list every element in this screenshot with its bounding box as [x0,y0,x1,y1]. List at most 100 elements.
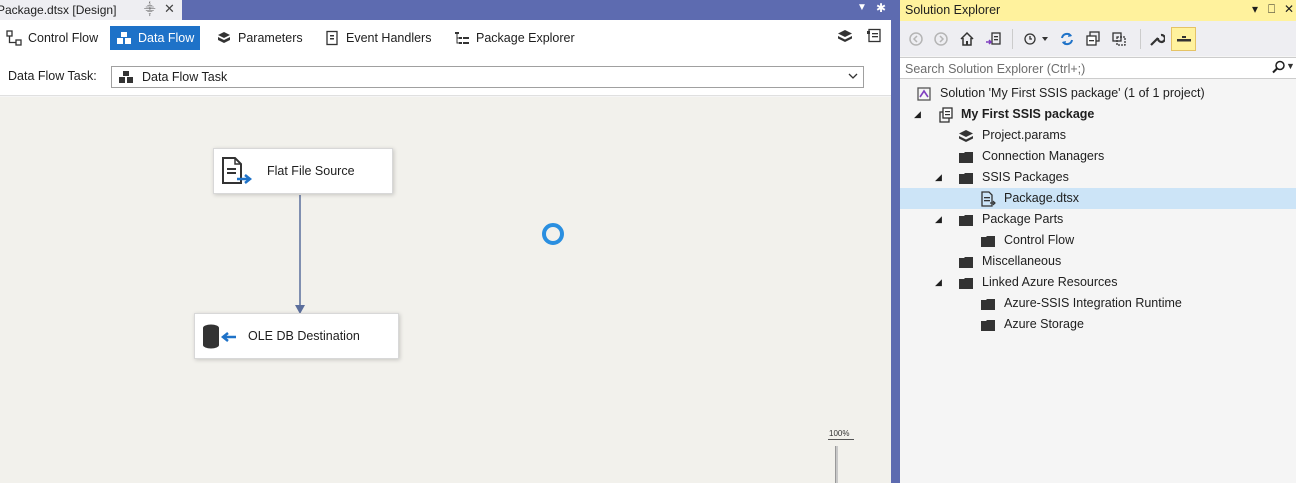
tree-item-label: Solution 'My First SSIS package' (1 of 1… [940,86,1205,100]
package-file-icon [980,191,996,207]
window-splitter[interactable] [891,0,900,483]
data-flow-task-dropdown[interactable]: Data Flow Task [111,66,864,88]
data-flow-icon [116,30,132,46]
zoom-divider [828,439,854,440]
tree-item-solution[interactable]: Solution 'My First SSIS package' (1 of 1… [900,83,1296,104]
toolbar-separator [1140,29,1141,49]
properties-wrench-icon[interactable] [1148,30,1166,48]
solution-explorer-toolbar [900,21,1296,56]
component-label: OLE DB Destination [248,329,360,343]
tree-item-label: Package.dtsx [1004,191,1080,205]
busy-spinner-icon [541,222,565,249]
tree-item-label: Azure-SSIS Integration Runtime [1004,296,1182,310]
folder-icon [958,212,974,228]
search-icon[interactable] [1272,60,1286,77]
ole-db-destination-icon [202,323,238,354]
folder-icon [980,317,996,333]
tree-item-project-params[interactable]: Project.params [900,125,1296,146]
zoom-level-label: 100% [829,429,850,438]
tree-item-miscellaneous[interactable]: Miscellaneous [900,251,1296,272]
tree-item-connection-managers[interactable]: Connection Managers [900,146,1296,167]
toolbox-icon[interactable] [866,28,882,44]
preview-selected-items-button[interactable] [1171,27,1196,51]
folder-icon [980,233,996,249]
expand-toggle-icon[interactable]: ◢ [935,172,945,182]
tab-control-flow[interactable]: Control Flow [0,26,104,50]
package-designer: Package.dtsx [Design] ⸎ ✕ ▼ ✱ Control Fl… [0,0,891,483]
close-icon[interactable]: ✕ [164,1,175,17]
expand-toggle-icon[interactable]: ◢ [935,214,945,224]
tab-label: Parameters [238,31,303,45]
panel-title: Solution Explorer [905,3,1001,17]
folder-icon [980,296,996,312]
ole-db-destination-component[interactable]: OLE DB Destination [194,313,399,359]
tab-event-handlers[interactable]: Event Handlers [318,26,437,50]
solution-tree: Solution 'My First SSIS package' (1 of 1… [900,80,1296,483]
folder-icon [958,275,974,291]
search-input[interactable] [905,61,1265,77]
tree-item-azure-ssis-integration-runtime[interactable]: Azure-SSIS Integration Runtime [900,293,1296,314]
data-flow-canvas[interactable]: Flat File Source OLE DB Destination 100% [0,97,891,483]
tree-item-azure-storage[interactable]: Azure Storage [900,314,1296,335]
params-icon [958,128,974,144]
back-icon[interactable] [907,30,925,48]
zoom-slider[interactable] [835,446,838,483]
tree-item-ssis-packages[interactable]: ◢ SSIS Packages [900,167,1296,188]
tab-label: Data Flow [138,31,195,45]
tree-item-label: Project.params [982,128,1067,142]
window-position-dropdown-icon[interactable]: ▾ [1252,2,1258,16]
expand-toggle-icon[interactable]: ◢ [935,277,945,287]
chevron-down-icon [847,70,859,85]
collapse-all-icon[interactable] [1084,30,1102,48]
tab-package-explorer[interactable]: Package Explorer [448,26,581,50]
tab-data-flow[interactable]: Data Flow [110,26,201,50]
home-icon[interactable] [958,30,976,48]
solution-explorer-panel: Solution Explorer ▾ ⎕ ✕ Search Solution … [900,0,1296,483]
event-handlers-icon [324,30,340,46]
tab-parameters[interactable]: Parameters [210,26,309,50]
data-flow-task-label: Data Flow Task: [8,69,97,83]
auto-hide-pin-icon[interactable]: ⎕ [1268,2,1275,17]
close-icon[interactable]: ✕ [1284,2,1294,16]
tab-list-dropdown-icon[interactable]: ▼ [857,2,867,13]
solution-explorer-title-bar: Solution Explorer ▾ ⎕ ✕ [900,0,1296,21]
tab-label: Event Handlers [346,31,432,45]
pending-changes-filter-icon[interactable] [1022,30,1040,48]
package-explorer-icon [454,30,470,46]
preview-icon [1176,32,1192,51]
tab-label: Package Explorer [476,31,575,45]
chevron-down-icon[interactable] [1040,30,1050,48]
tree-item-control-flow[interactable]: Control Flow [900,230,1296,251]
tree-item-package-dtsx[interactable]: Package.dtsx [900,188,1296,209]
toolbar-separator [1012,29,1013,49]
tree-item-label: Control Flow [1004,233,1075,247]
tree-item-label: Linked Azure Resources [982,275,1118,289]
expand-toggle-icon[interactable]: ◢ [914,109,924,119]
tree-item-project[interactable]: ◢ My First SSIS package [900,104,1296,125]
gear-icon[interactable]: ✱ [876,1,886,15]
tab-label: Control Flow [28,31,99,45]
flat-file-source-icon [221,157,253,190]
tree-item-label: Miscellaneous [982,254,1062,268]
document-tab-package-design[interactable]: Package.dtsx [Design] ⸎ ✕ [0,0,182,20]
tree-item-label: Package Parts [982,212,1064,226]
forward-icon[interactable] [932,30,950,48]
data-flow-icon [118,70,134,84]
folder-icon [958,170,974,186]
flat-file-source-component[interactable]: Flat File Source [213,148,393,194]
sync-with-active-document-icon[interactable] [1058,30,1076,48]
parameters-icon [216,30,232,46]
tree-item-package-parts[interactable]: ◢ Package Parts [900,209,1296,230]
tree-item-label: Connection Managers [982,149,1105,163]
data-path-arrow[interactable] [0,97,891,483]
switch-views-icon[interactable] [984,30,1002,48]
search-options-dropdown-icon[interactable]: ▼ [1286,61,1295,71]
pin-icon[interactable]: ⸎ [144,2,155,17]
tree-item-label: SSIS Packages [982,170,1069,184]
tree-item-linked-azure-resources[interactable]: ◢ Linked Azure Resources [900,272,1296,293]
designer-tab-bar: Control Flow Data Flow Parameters Event … [0,20,891,58]
variables-icon[interactable] [837,28,853,44]
document-tab-title: Package.dtsx [Design] [0,3,117,17]
tree-item-label: My First SSIS package [961,107,1095,121]
show-all-files-icon[interactable] [1110,30,1128,48]
